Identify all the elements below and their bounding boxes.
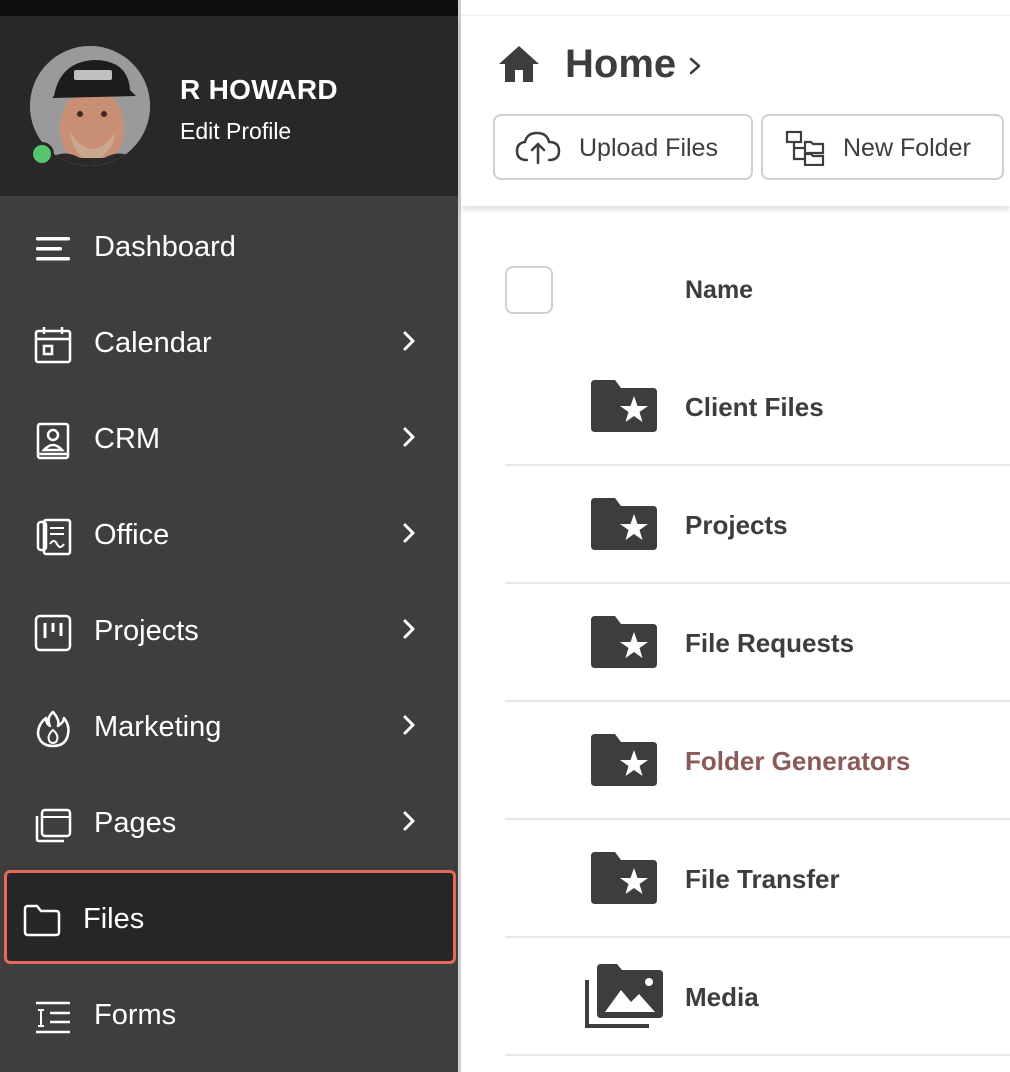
starred-folder-icon — [591, 498, 657, 550]
cloud-upload-icon — [515, 131, 561, 165]
sidebar: R HOWARD Edit Profile Dashboard Calendar — [0, 0, 458, 1072]
chevron-right-icon — [403, 523, 415, 543]
folder-tree-icon — [785, 130, 825, 166]
menu-icon — [36, 237, 70, 261]
column-header-name[interactable]: Name — [685, 276, 753, 305]
file-row-label: Media — [685, 982, 759, 1012]
file-row-projects[interactable]: Projects — [505, 466, 1010, 584]
header-top-strip — [461, 0, 1010, 16]
file-row-media[interactable]: Media — [505, 938, 1010, 1056]
sidebar-item-forms[interactable]: Forms — [0, 968, 458, 1064]
sidebar-item-label: CRM — [94, 423, 161, 455]
folder-icon — [23, 904, 61, 937]
sidebar-item-label: Marketing — [94, 711, 222, 743]
online-status-dot — [30, 142, 54, 166]
office-document-icon — [36, 518, 72, 556]
kanban-icon — [34, 614, 72, 652]
chevron-right-icon — [689, 57, 701, 75]
chevron-right-icon — [403, 811, 415, 831]
sidebar-item-label: Calendar — [94, 327, 212, 359]
sidebar-top-strip — [0, 0, 458, 16]
flame-icon — [36, 710, 70, 748]
edit-profile-link[interactable]: Edit Profile — [180, 118, 291, 145]
sidebar-item-dashboard[interactable]: Dashboard — [0, 200, 458, 296]
sidebar-item-label: Dashboard — [94, 231, 236, 263]
file-row-client-files[interactable]: Client Files — [505, 348, 1010, 466]
contact-book-icon — [36, 422, 70, 460]
file-row-label: Client Files — [685, 392, 824, 422]
sidebar-item-projects[interactable]: Projects — [0, 584, 458, 680]
sidebar-item-pages[interactable]: Pages — [0, 776, 458, 872]
form-icon — [36, 1001, 70, 1034]
select-all-checkbox[interactable] — [505, 266, 553, 314]
starred-folder-icon — [591, 852, 657, 904]
starred-folder-icon — [591, 734, 657, 786]
chevron-right-icon — [403, 715, 415, 735]
sidebar-item-marketing[interactable]: Marketing — [0, 680, 458, 776]
sidebar-item-label: Files — [83, 903, 145, 935]
starred-folder-icon — [591, 616, 657, 668]
file-row-label: File Transfer — [685, 864, 840, 894]
file-row-label: File Requests — [685, 628, 855, 658]
pages-icon — [35, 808, 72, 843]
home-icon[interactable] — [497, 44, 541, 84]
chevron-right-icon — [403, 331, 415, 351]
file-row-file-requests[interactable]: File Requests — [505, 584, 1010, 702]
profile-panel: R HOWARD Edit Profile — [0, 16, 458, 196]
media-library-icon — [585, 964, 663, 1028]
new-folder-label: New Folder — [843, 134, 971, 162]
sidebar-item-office[interactable]: Office — [0, 488, 458, 584]
file-row-label: Folder Generators — [685, 746, 911, 776]
chevron-right-icon — [403, 619, 415, 639]
profile-name: R HOWARD — [180, 74, 338, 105]
file-row-file-transfer[interactable]: File Transfer — [505, 820, 1010, 938]
sidebar-item-crm[interactable]: CRM — [0, 392, 458, 488]
sidebar-item-label: Office — [94, 519, 170, 551]
starred-folder-icon — [591, 380, 657, 432]
upload-files-label: Upload Files — [579, 134, 718, 162]
file-row-label: Projects — [685, 510, 788, 540]
sidebar-item-label: Projects — [94, 615, 199, 647]
calendar-icon — [34, 327, 72, 364]
sidebar-item-label: Pages — [94, 807, 177, 839]
breadcrumb-home[interactable]: Home — [565, 42, 676, 87]
chevron-right-icon — [403, 427, 415, 447]
sidebar-item-files[interactable]: Files — [4, 870, 456, 964]
upload-files-button[interactable]: Upload Files — [493, 114, 753, 180]
sidebar-item-label: Forms — [94, 999, 177, 1031]
file-row-folder-generators[interactable]: Folder Generators — [505, 702, 1010, 820]
new-folder-button[interactable]: New Folder — [761, 114, 1004, 180]
page-header: Home Upload Files New Folder — [461, 16, 1010, 206]
sidebar-item-calendar[interactable]: Calendar — [0, 296, 458, 392]
